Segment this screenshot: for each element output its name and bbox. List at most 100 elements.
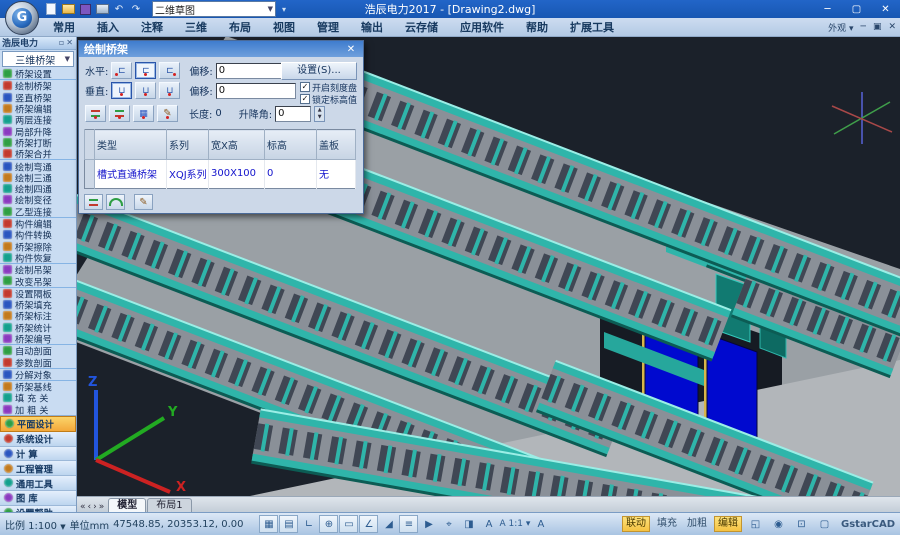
plot-icon[interactable] xyxy=(95,3,109,16)
settings-button[interactable]: 设置(S)... xyxy=(281,62,357,80)
lock-elevation-checkbox[interactable]: ✓ 锁定标高值 xyxy=(300,94,357,104)
close-button[interactable]: ✕ xyxy=(871,0,900,18)
open-file-icon[interactable] xyxy=(61,3,75,16)
linkage-toggle[interactable]: 联动 xyxy=(622,516,650,532)
vertical-align-middle-button[interactable]: ⊔ xyxy=(135,82,156,99)
xref-icon[interactable]: ◱ xyxy=(746,515,765,533)
horizontal-align-center-button[interactable]: ⊏ xyxy=(135,62,156,79)
quick-properties-icon[interactable]: ⌖ xyxy=(439,515,458,533)
mdi-close-button[interactable]: ✕ xyxy=(888,22,896,32)
autoscale-icon[interactable]: A xyxy=(531,515,550,533)
ribbon-tab[interactable]: 注释 xyxy=(130,19,174,36)
sidebar-nav-button[interactable]: 计 算 xyxy=(0,447,76,462)
angle-input[interactable] xyxy=(275,106,311,122)
tray-edit-icon xyxy=(3,104,12,113)
chevron-down-icon: ▼ xyxy=(268,5,273,13)
ribbon-tab[interactable]: 云存储 xyxy=(394,19,449,36)
category-dropdown[interactable]: 三维桥架 ▼ xyxy=(2,51,74,67)
ribbon-tab[interactable]: 应用软件 xyxy=(449,19,515,36)
mdi-minimize-button[interactable]: ─ xyxy=(861,22,866,32)
clean-screen-icon[interactable]: ▢ xyxy=(815,515,834,533)
ribbon-tab[interactable]: 视图 xyxy=(262,19,306,36)
lineweight-icon[interactable]: ▶ xyxy=(419,515,438,533)
sidebar-nav-button[interactable]: 工程管理 xyxy=(0,461,76,476)
sidebar-item[interactable]: 加 粗 关 xyxy=(0,404,76,415)
grid-icon[interactable]: ▤ xyxy=(279,515,298,533)
object-snap-icon[interactable]: ▭ xyxy=(339,515,358,533)
fill-toggle[interactable]: 填充 xyxy=(654,517,680,531)
dialog-close-icon[interactable]: ✕ xyxy=(344,43,358,55)
horizontal-align-left-button[interactable]: ⊏ xyxy=(111,62,132,79)
bold-toggle[interactable]: 加粗 xyxy=(684,517,710,531)
quick-access-toolbar: ↶ ↷ 二维草图 ▼ ▾ xyxy=(44,1,286,17)
tray-arc-mode-icon[interactable] xyxy=(106,194,125,210)
ribbon-tab[interactable]: 扩展工具 xyxy=(559,19,625,36)
prev-tab-icon[interactable]: ‹ xyxy=(88,502,92,512)
horizontal-align-right-button[interactable]: ⊏ xyxy=(159,62,180,79)
offset-v-input[interactable] xyxy=(216,83,296,99)
svg-text:X: X xyxy=(176,480,186,495)
block-library-icon xyxy=(4,493,13,502)
ribbon-tab[interactable]: 帮助 xyxy=(515,19,559,36)
match-brush-button[interactable]: ✎ xyxy=(157,105,178,122)
polar-tracking-icon[interactable]: ⊕ xyxy=(319,515,338,533)
sidebar-nav-button[interactable]: 图 库 xyxy=(0,491,76,506)
sidebar-nav-button[interactable]: 系统设计 xyxy=(0,432,76,447)
pin-icon[interactable]: ▫ xyxy=(58,38,65,47)
brush-icon[interactable]: ✎ xyxy=(134,194,153,210)
app-logo-icon[interactable]: G xyxy=(5,1,39,35)
new-file-icon[interactable] xyxy=(44,3,58,16)
bulb-icon[interactable]: ◉ xyxy=(769,515,788,533)
qat-customize-icon[interactable]: ▾ xyxy=(282,5,286,14)
restore-button[interactable]: ▢ xyxy=(842,0,871,18)
tray-settings-icon xyxy=(3,69,12,78)
table-row[interactable]: 槽式直通桥架 XQJ系列 300X100 0 无 xyxy=(85,159,356,189)
grid-mode-button[interactable]: ▦ xyxy=(133,105,154,122)
vertical-align-bottom-button[interactable]: ⊔ xyxy=(111,82,132,99)
layout-tab[interactable]: 模型 xyxy=(108,498,146,513)
annotation-scale-dropdown[interactable]: A 1:1 ▾ xyxy=(499,519,530,529)
tray-style-button-1[interactable] xyxy=(85,105,106,122)
layout-tab[interactable]: 布局1 xyxy=(147,498,191,513)
sidebar-nav-button[interactable]: 通用工具 xyxy=(0,476,76,491)
tray-style-button-2[interactable] xyxy=(109,105,130,122)
sidebar-item[interactable]: 桥架合并 xyxy=(0,148,76,160)
layer-connect-icon xyxy=(3,115,12,124)
annotation-visibility-icon[interactable]: A xyxy=(479,515,498,533)
ribbon-tab[interactable]: 布局 xyxy=(218,19,262,36)
fullscreen-icon[interactable]: ⊡ xyxy=(792,515,811,533)
part-restore-icon xyxy=(3,253,12,262)
save-icon[interactable] xyxy=(78,3,92,16)
dynamic-input-icon[interactable]: ≡ xyxy=(399,515,418,533)
last-tab-icon[interactable]: » xyxy=(99,502,105,512)
selection-cycling-icon[interactable]: ◨ xyxy=(459,515,478,533)
first-tab-icon[interactable]: « xyxy=(80,502,86,512)
palette-close-icon[interactable]: ✕ xyxy=(65,38,74,47)
ribbon-tab[interactable]: 输出 xyxy=(350,19,394,36)
local-lift-icon xyxy=(3,127,12,136)
workspace-dropdown[interactable]: 二维草图 ▼ xyxy=(152,1,276,17)
snap-icon[interactable]: ▦ xyxy=(259,515,278,533)
ribbon-tab[interactable]: 管理 xyxy=(306,19,350,36)
edit-toggle[interactable]: 编辑 xyxy=(714,516,742,532)
vertical-align-top-button[interactable]: ⊔ xyxy=(159,82,180,99)
vertical-label: 垂直: xyxy=(85,83,108,98)
dialog-title-bar[interactable]: 绘制桥架 ✕ xyxy=(79,41,363,57)
dial-checkbox[interactable]: ✓ 开启刻度盘 xyxy=(300,82,357,92)
ribbon-tab[interactable]: 三维 xyxy=(174,19,218,36)
object-tracking-icon[interactable]: ∠ xyxy=(359,515,378,533)
tray-list-mode-icon[interactable] xyxy=(84,194,103,210)
appearance-menu[interactable]: 外观 ▾ xyxy=(828,21,853,34)
scale-dropdown[interactable]: 比例 1:100 ▼ xyxy=(5,517,66,532)
mdi-restore-button[interactable]: ▣ xyxy=(873,22,882,32)
redo-icon[interactable]: ↷ xyxy=(129,3,143,16)
next-tab-icon[interactable]: › xyxy=(93,502,97,512)
angle-spinner[interactable]: ▲▼ xyxy=(314,106,325,122)
dynamic-ucs-icon[interactable]: ◢ xyxy=(379,515,398,533)
undo-icon[interactable]: ↶ xyxy=(112,3,126,16)
sidebar-nav-button[interactable]: 平面设计 xyxy=(0,416,76,432)
ribbon-tab[interactable]: 常用 xyxy=(42,19,86,36)
ortho-icon[interactable]: ∟ xyxy=(299,515,318,533)
ribbon-tab[interactable]: 插入 xyxy=(86,19,130,36)
minimize-button[interactable]: ─ xyxy=(813,0,842,18)
